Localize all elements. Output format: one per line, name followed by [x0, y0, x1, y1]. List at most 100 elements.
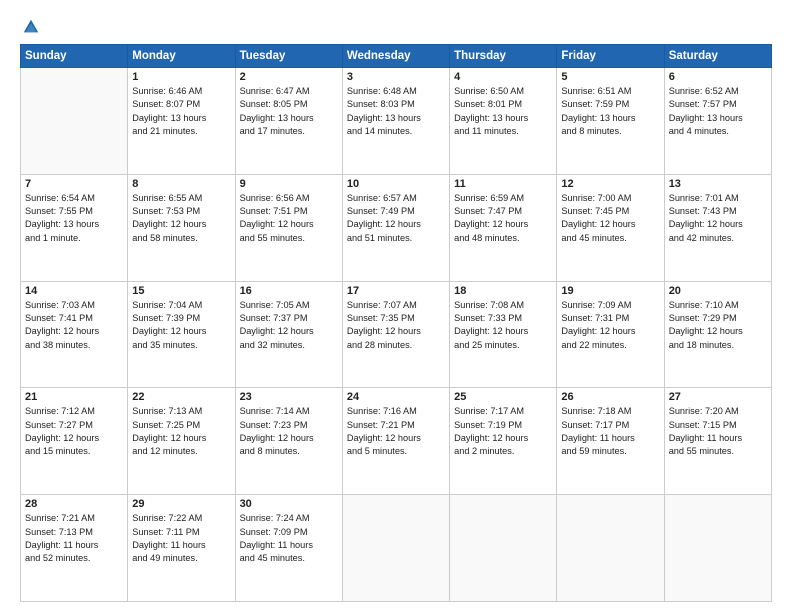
weekday-header-row: SundayMondayTuesdayWednesdayThursdayFrid… [21, 45, 772, 68]
calendar-cell: 6 Sunrise: 6:52 AMSunset: 7:57 PMDaylight… [664, 68, 771, 175]
day-number: 14 [25, 285, 123, 297]
day-number: 26 [561, 391, 659, 403]
calendar-cell: 7 Sunrise: 6:54 AMSunset: 7:55 PMDaylight… [21, 174, 128, 281]
calendar-cell: 26 Sunrise: 7:18 AMSunset: 7:17 PMDayligh… [557, 388, 664, 495]
day-number: 11 [454, 178, 552, 190]
day-number: 1 [132, 71, 230, 83]
calendar-cell: 9Sunrise: 6:56 AMSunset: 7:51 PMDaylight… [235, 174, 342, 281]
day-info: Sunrise: 6:55 AMSunset: 7:53 PMDaylight:… [132, 192, 230, 245]
day-info: Sunrise: 7:01 AMSunset: 7:43 PMDaylight:… [669, 192, 767, 245]
day-info: Sunrise: 6:48 AMSunset: 8:03 PMDaylight:… [347, 85, 445, 138]
day-number: 8 [132, 178, 230, 190]
day-info: Sunrise: 7:20 AMSunset: 7:15 PMDaylight:… [669, 405, 767, 458]
calendar-cell: 27Sunrise: 7:20 AMSunset: 7:15 PMDayligh… [664, 388, 771, 495]
calendar-cell [664, 495, 771, 602]
day-number: 4 [454, 71, 552, 83]
logo [20, 18, 42, 36]
calendar-cell: 23 Sunrise: 7:14 AMSunset: 7:23 PMDayligh… [235, 388, 342, 495]
calendar-cell: 18Sunrise: 7:08 AMSunset: 7:33 PMDayligh… [450, 281, 557, 388]
calendar-cell: 8 Sunrise: 6:55 AMSunset: 7:53 PMDaylight… [128, 174, 235, 281]
calendar-cell [450, 495, 557, 602]
day-info: Sunrise: 6:52 AMSunset: 7:57 PMDaylight:… [669, 85, 767, 138]
day-number: 6 [669, 71, 767, 83]
week-row-4: 21Sunrise: 7:12 AMSunset: 7:27 PMDayligh… [21, 388, 772, 495]
calendar-cell: 4 Sunrise: 6:50 AMSunset: 8:01 PMDaylight… [450, 68, 557, 175]
day-number: 30 [240, 498, 338, 510]
day-info: Sunrise: 7:04 AMSunset: 7:39 PMDaylight:… [132, 299, 230, 352]
day-number: 2 [240, 71, 338, 83]
day-info: Sunrise: 7:05 AMSunset: 7:37 PMDaylight:… [240, 299, 338, 352]
calendar-cell: 2 Sunrise: 6:47 AMSunset: 8:05 PMDaylight… [235, 68, 342, 175]
day-info: Sunrise: 7:03 AMSunset: 7:41 PMDaylight:… [25, 299, 123, 352]
calendar-cell [21, 68, 128, 175]
day-number: 12 [561, 178, 659, 190]
day-number: 17 [347, 285, 445, 297]
calendar-cell: 12 Sunrise: 7:00 AMSunset: 7:45 PMDayligh… [557, 174, 664, 281]
calendar-cell: 5Sunrise: 6:51 AMSunset: 7:59 PMDaylight… [557, 68, 664, 175]
day-info: Sunrise: 6:46 AMSunset: 8:07 PMDaylight:… [132, 85, 230, 138]
calendar-cell: 29 Sunrise: 7:22 AMSunset: 7:11 PMDayligh… [128, 495, 235, 602]
day-info: Sunrise: 7:14 AMSunset: 7:23 PMDaylight:… [240, 405, 338, 458]
weekday-header-wednesday: Wednesday [342, 45, 449, 68]
day-info: Sunrise: 6:56 AMSunset: 7:51 PMDaylight:… [240, 192, 338, 245]
day-number: 28 [25, 498, 123, 510]
calendar-cell: 10 Sunrise: 6:57 AMSunset: 7:49 PMDayligh… [342, 174, 449, 281]
day-number: 24 [347, 391, 445, 403]
day-number: 22 [132, 391, 230, 403]
day-number: 29 [132, 498, 230, 510]
week-row-1: 1 Sunrise: 6:46 AMSunset: 8:07 PMDaylight… [21, 68, 772, 175]
week-row-5: 28 Sunrise: 7:21 AMSunset: 7:13 PMDayligh… [21, 495, 772, 602]
day-info: Sunrise: 6:59 AMSunset: 7:47 PMDaylight:… [454, 192, 552, 245]
day-info: Sunrise: 7:13 AMSunset: 7:25 PMDaylight:… [132, 405, 230, 458]
day-number: 5 [561, 71, 659, 83]
calendar-cell: 25Sunrise: 7:17 AMSunset: 7:19 PMDayligh… [450, 388, 557, 495]
day-info: Sunrise: 7:21 AMSunset: 7:13 PMDaylight:… [25, 512, 123, 565]
day-number: 25 [454, 391, 552, 403]
day-number: 3 [347, 71, 445, 83]
day-info: Sunrise: 7:07 AMSunset: 7:35 PMDaylight:… [347, 299, 445, 352]
day-info: Sunrise: 6:47 AMSunset: 8:05 PMDaylight:… [240, 85, 338, 138]
day-number: 23 [240, 391, 338, 403]
day-number: 7 [25, 178, 123, 190]
calendar-cell: 20 Sunrise: 7:10 AMSunset: 7:29 PMDayligh… [664, 281, 771, 388]
day-number: 20 [669, 285, 767, 297]
calendar-cell: 21Sunrise: 7:12 AMSunset: 7:27 PMDayligh… [21, 388, 128, 495]
day-info: Sunrise: 7:09 AMSunset: 7:31 PMDaylight:… [561, 299, 659, 352]
day-info: Sunrise: 7:00 AMSunset: 7:45 PMDaylight:… [561, 192, 659, 245]
day-info: Sunrise: 7:12 AMSunset: 7:27 PMDaylight:… [25, 405, 123, 458]
day-info: Sunrise: 7:18 AMSunset: 7:17 PMDaylight:… [561, 405, 659, 458]
weekday-header-saturday: Saturday [664, 45, 771, 68]
day-info: Sunrise: 7:10 AMSunset: 7:29 PMDaylight:… [669, 299, 767, 352]
day-number: 15 [132, 285, 230, 297]
calendar-cell: 3 Sunrise: 6:48 AMSunset: 8:03 PMDaylight… [342, 68, 449, 175]
calendar-cell: 28 Sunrise: 7:21 AMSunset: 7:13 PMDayligh… [21, 495, 128, 602]
day-info: Sunrise: 6:57 AMSunset: 7:49 PMDaylight:… [347, 192, 445, 245]
day-info: Sunrise: 6:54 AMSunset: 7:55 PMDaylight:… [25, 192, 123, 245]
day-info: Sunrise: 7:16 AMSunset: 7:21 PMDaylight:… [347, 405, 445, 458]
day-number: 19 [561, 285, 659, 297]
calendar-cell [557, 495, 664, 602]
calendar-cell: 17 Sunrise: 7:07 AMSunset: 7:35 PMDayligh… [342, 281, 449, 388]
calendar-cell: 13 Sunrise: 7:01 AMSunset: 7:43 PMDayligh… [664, 174, 771, 281]
week-row-2: 7 Sunrise: 6:54 AMSunset: 7:55 PMDaylight… [21, 174, 772, 281]
calendar-cell: 14 Sunrise: 7:03 AMSunset: 7:41 PMDayligh… [21, 281, 128, 388]
day-number: 16 [240, 285, 338, 297]
calendar-cell: 30 Sunrise: 7:24 AMSunset: 7:09 PMDayligh… [235, 495, 342, 602]
day-number: 10 [347, 178, 445, 190]
calendar-cell: 15 Sunrise: 7:04 AMSunset: 7:39 PMDayligh… [128, 281, 235, 388]
calendar-cell: 1 Sunrise: 6:46 AMSunset: 8:07 PMDaylight… [128, 68, 235, 175]
day-number: 13 [669, 178, 767, 190]
calendar-cell: 19 Sunrise: 7:09 AMSunset: 7:31 PMDayligh… [557, 281, 664, 388]
weekday-header-friday: Friday [557, 45, 664, 68]
calendar: SundayMondayTuesdayWednesdayThursdayFrid… [20, 44, 772, 602]
calendar-cell: 11 Sunrise: 6:59 AMSunset: 7:47 PMDayligh… [450, 174, 557, 281]
calendar-cell: 16 Sunrise: 7:05 AMSunset: 7:37 PMDayligh… [235, 281, 342, 388]
weekday-header-tuesday: Tuesday [235, 45, 342, 68]
logo-icon [22, 18, 40, 36]
day-info: Sunrise: 7:22 AMSunset: 7:11 PMDaylight:… [132, 512, 230, 565]
day-info: Sunrise: 6:50 AMSunset: 8:01 PMDaylight:… [454, 85, 552, 138]
calendar-cell [342, 495, 449, 602]
page: SundayMondayTuesdayWednesdayThursdayFrid… [0, 0, 792, 612]
day-info: Sunrise: 7:24 AMSunset: 7:09 PMDaylight:… [240, 512, 338, 565]
weekday-header-sunday: Sunday [21, 45, 128, 68]
